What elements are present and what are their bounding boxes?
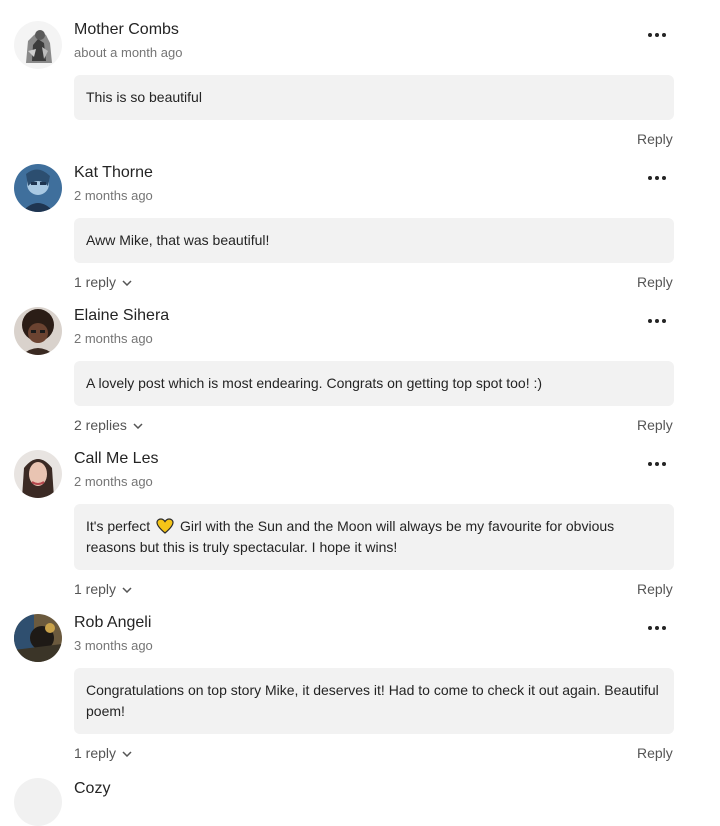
commenter-name[interactable]: Rob Angeli [74,614,151,632]
replies-count-label: 1 reply [74,745,117,761]
avatar[interactable] [14,614,62,662]
avatar[interactable] [14,450,62,498]
view-replies-toggle[interactable]: 1 reply [74,274,132,290]
yellow-heart-icon [156,518,174,534]
chevron-down-icon [133,423,143,429]
comment-body: Aww Mike, that was beautiful! [74,218,674,263]
reply-button[interactable]: Reply [637,417,673,433]
comment-text: Congratulations on top story Mike, it de… [86,682,659,719]
avatar[interactable] [14,164,62,212]
avatar[interactable] [14,307,62,355]
commenter-name[interactable]: Mother Combs [74,21,179,39]
view-replies-toggle[interactable]: 2 replies [74,417,143,433]
comment-timestamp[interactable]: 3 months ago [74,638,153,653]
commenter-name[interactable]: Call Me Les [74,450,158,468]
view-replies-toggle[interactable]: 1 reply [74,581,132,597]
commenter-name[interactable]: Elaine Sihera [74,307,169,325]
view-replies-toggle[interactable]: 1 reply [74,745,132,761]
chevron-down-icon [122,587,132,593]
replies-count-label: 2 replies [74,417,127,433]
more-options-icon[interactable] [648,317,668,325]
comment-body: It's perfect Girl with the Sun and the M… [74,504,674,570]
replies-count-label: 1 reply [74,581,117,597]
more-options-icon[interactable] [648,174,668,182]
comment-text: A lovely post which is most endearing. C… [86,375,543,391]
comment-timestamp[interactable]: 2 months ago [74,188,153,203]
reply-button[interactable]: Reply [637,131,673,147]
reply-button[interactable]: Reply [637,745,673,761]
comment-text: It's perfect [86,518,151,534]
comment-text: Aww Mike, that was beautiful! [86,232,270,248]
commenter-name[interactable]: Kat Thorne [74,164,153,182]
more-options-icon[interactable] [648,31,668,39]
more-options-icon[interactable] [648,460,668,468]
avatar[interactable] [14,21,62,69]
reply-button[interactable]: Reply [637,581,673,597]
commenter-name[interactable]: Cozy [74,780,110,798]
comment-body: Congratulations on top story Mike, it de… [74,668,674,734]
comment-body: This is so beautiful [74,75,674,120]
chevron-down-icon [122,280,132,286]
comment-timestamp[interactable]: 2 months ago [74,331,153,346]
more-options-icon[interactable] [648,624,668,632]
comment-timestamp[interactable]: 2 months ago [74,474,153,489]
reply-button[interactable]: Reply [637,274,673,290]
replies-count-label: 1 reply [74,274,117,290]
comment-timestamp[interactable]: about a month ago [74,45,182,60]
comment-text: This is so beautiful [86,89,202,105]
chevron-down-icon [122,751,132,757]
avatar[interactable] [14,778,62,826]
comment-body: A lovely post which is most endearing. C… [74,361,674,406]
